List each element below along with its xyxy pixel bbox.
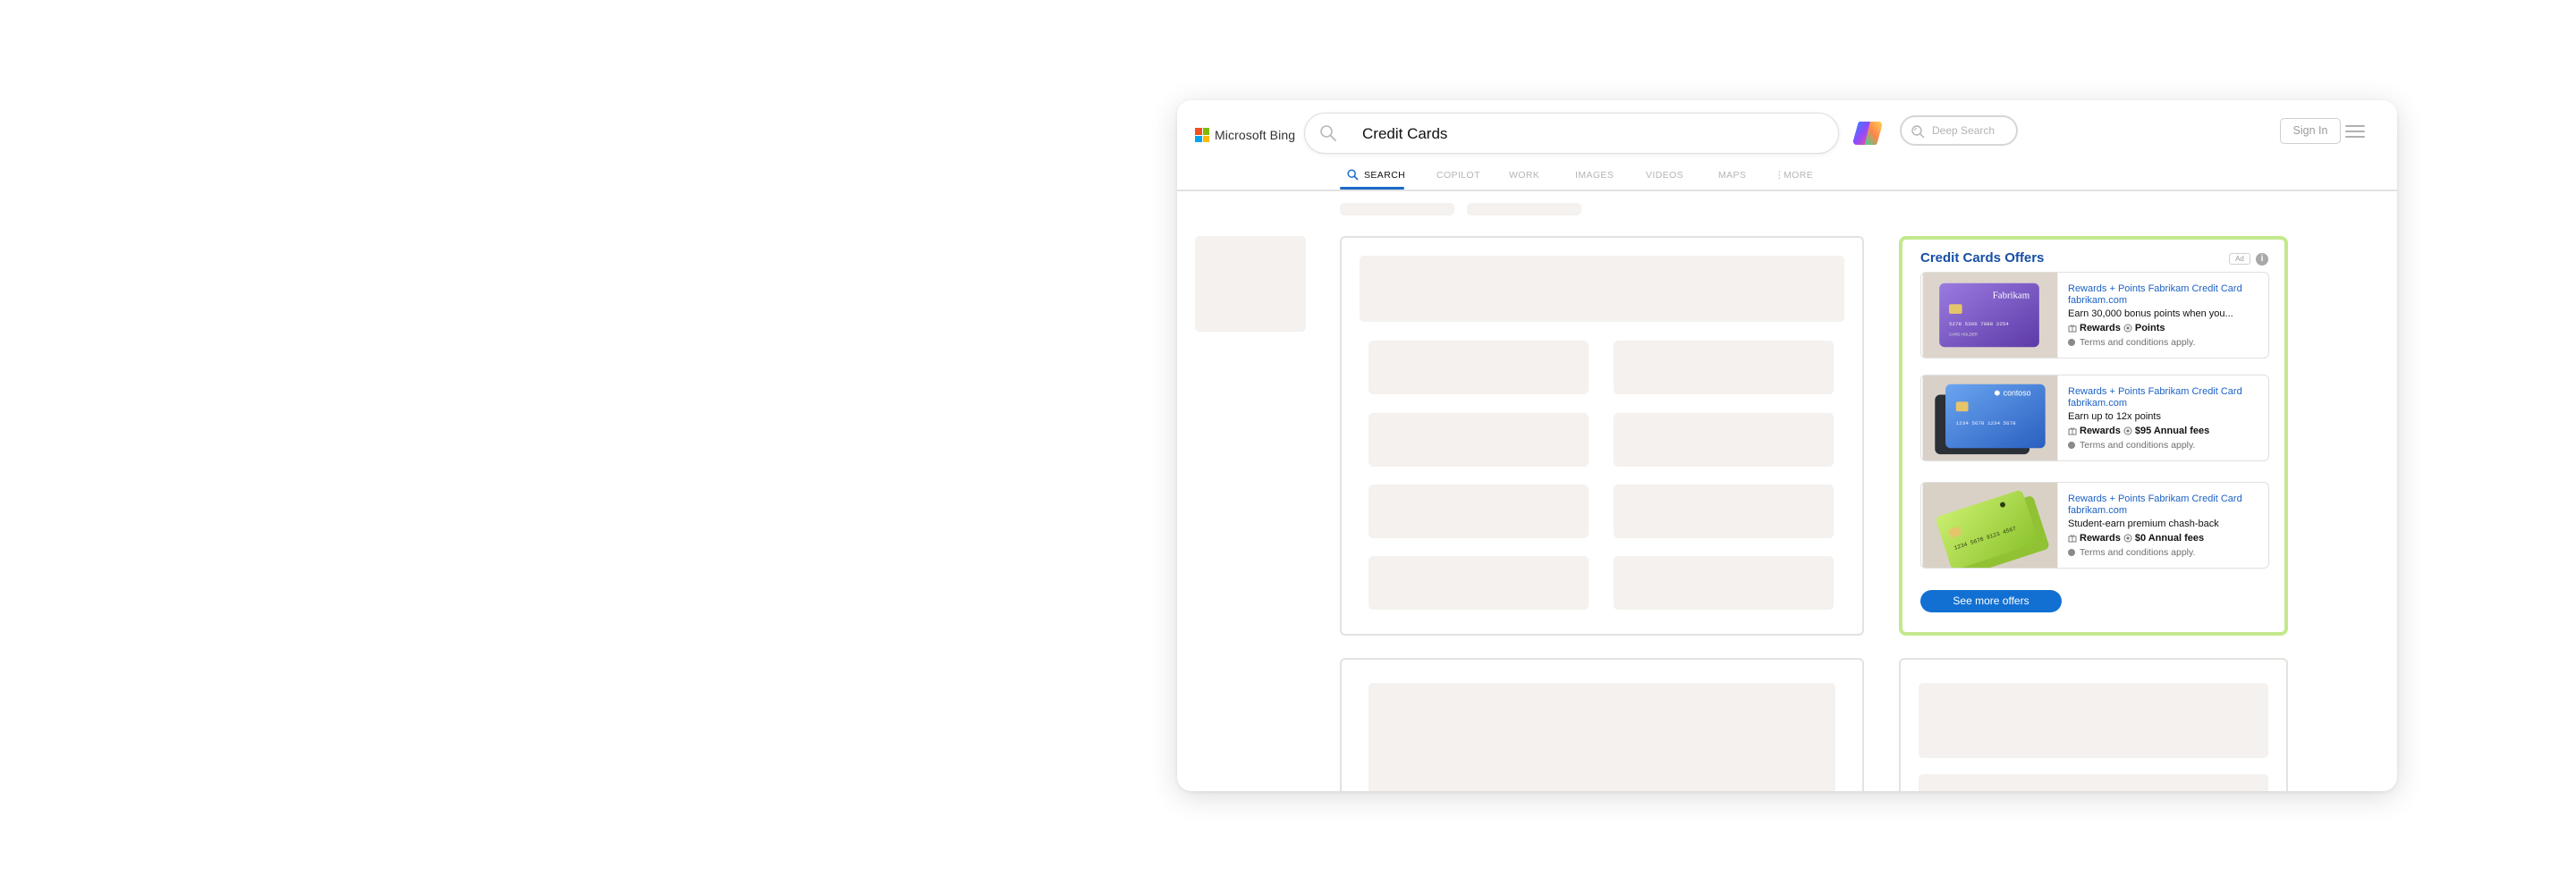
offer-title-link[interactable]: Rewards + Points Fabrikam Credit Card bbox=[2068, 386, 2261, 398]
rewards-icon bbox=[2068, 427, 2077, 435]
copilot-icon[interactable] bbox=[1852, 118, 1883, 148]
placeholder-block bbox=[1368, 485, 1589, 538]
offer-terms: Terms and conditions apply. bbox=[2080, 337, 2196, 348]
offer-title-link[interactable]: Rewards + Points Fabrikam Credit Card bbox=[2068, 493, 2261, 505]
annual-fee-icon bbox=[2123, 534, 2132, 543]
placeholder-block bbox=[1614, 413, 1834, 467]
tab-videos[interactable]: VIDEOS bbox=[1646, 170, 1683, 181]
offer-card[interactable]: 1234 5678 9123 4567 Rewards + Points Fab… bbox=[1920, 482, 2269, 569]
deep-search-button[interactable]: Deep Search bbox=[1900, 115, 2018, 146]
offer-feature: Points bbox=[2134, 323, 2165, 333]
offer-feature: Rewards bbox=[2080, 426, 2121, 436]
credit-card-offers-ad: Credit Cards Offers Ad i Fabrikam 5278 5… bbox=[1899, 236, 2288, 636]
placeholder-block bbox=[1614, 556, 1834, 610]
rewards-icon bbox=[2068, 535, 2077, 543]
search-icon bbox=[1320, 125, 1336, 141]
contoso-card-image: contoso 1234 5678 1234 5678 bbox=[1922, 375, 2058, 460]
placeholder-block bbox=[1614, 485, 1834, 538]
results-placeholder-panel bbox=[1340, 658, 1864, 791]
ad-title[interactable]: Credit Cards Offers bbox=[1920, 250, 2044, 266]
offer-description: Student-earn premium chash-back bbox=[2068, 519, 2219, 529]
card-brand-text: contoso bbox=[2004, 389, 2031, 398]
offer-description: Earn up to 12x points bbox=[2068, 411, 2161, 422]
offer-card[interactable]: Fabrikam 5278 5366 7988 2254 CARD HOLDER… bbox=[1920, 272, 2269, 358]
annual-fee-icon bbox=[2123, 426, 2132, 435]
browser-window: Microsoft Bing Credit Cards Deep Search bbox=[1177, 100, 2397, 791]
card-brand-text: Fabrikam bbox=[1993, 290, 2030, 300]
logo-text: Microsoft Bing bbox=[1215, 128, 1296, 142]
offer-terms: Terms and conditions apply. bbox=[2080, 547, 2196, 558]
offer-title-link[interactable]: Rewards + Points Fabrikam Credit Card bbox=[2068, 283, 2261, 295]
offer-domain: fabrikam.com bbox=[2068, 505, 2128, 516]
info-icon[interactable]: i bbox=[2256, 253, 2268, 266]
offer-feature: $0 Annual fees bbox=[2134, 533, 2205, 544]
terms-dot-icon bbox=[2068, 549, 2075, 556]
results-placeholder-panel bbox=[1340, 236, 1864, 636]
tab-search[interactable]: SEARCH bbox=[1364, 170, 1405, 181]
header-divider bbox=[1177, 190, 2397, 191]
search-tab-icon bbox=[1347, 169, 1359, 181]
sign-in-button[interactable]: Sign In bbox=[2280, 118, 2341, 144]
terms-dot-icon bbox=[2068, 339, 2075, 346]
tab-copilot[interactable]: COPILOT bbox=[1436, 170, 1480, 181]
rewards-icon bbox=[2068, 325, 2077, 333]
placeholder-block bbox=[1919, 683, 2268, 758]
terms-dot-icon bbox=[2068, 442, 2075, 449]
svg-text:5278 5366 7988 2254: 5278 5366 7988 2254 bbox=[1949, 321, 2009, 327]
placeholder-chip bbox=[1467, 203, 1581, 215]
tab-maps[interactable]: MAPS bbox=[1718, 170, 1746, 181]
deep-search-label: Deep Search bbox=[1932, 124, 1996, 137]
svg-text:1234 5678 1234 5678: 1234 5678 1234 5678 bbox=[1956, 420, 2016, 426]
offer-feature: Rewards bbox=[2080, 323, 2121, 333]
hamburger-menu-icon[interactable] bbox=[2345, 125, 2365, 139]
placeholder-block bbox=[1368, 556, 1589, 610]
tab-images[interactable]: IMAGES bbox=[1575, 170, 1614, 181]
tab-work[interactable]: WORK bbox=[1509, 170, 1539, 181]
bing-logo[interactable]: Microsoft Bing bbox=[1195, 125, 1295, 145]
offer-domain: fabrikam.com bbox=[2068, 398, 2128, 409]
microsoft-logo-icon bbox=[1195, 128, 1209, 142]
search-input[interactable]: Credit Cards bbox=[1304, 113, 1839, 154]
tab-more[interactable]: MORE bbox=[1784, 170, 1813, 181]
green-card-image: 1234 5678 9123 4567 bbox=[1922, 483, 2058, 568]
search-query: Credit Cards bbox=[1362, 125, 1448, 142]
placeholder-block bbox=[1614, 341, 1834, 394]
placeholder-chip bbox=[1340, 203, 1454, 215]
offer-card[interactable]: contoso 1234 5678 1234 5678 Rewards + Po… bbox=[1920, 375, 2269, 461]
placeholder-block bbox=[1919, 774, 2268, 791]
offer-feature: $95 Annual fees bbox=[2134, 426, 2210, 436]
ad-badge: Ad bbox=[2229, 253, 2250, 265]
fabrikam-card-image: Fabrikam 5278 5366 7988 2254 CARD HOLDER bbox=[1922, 273, 2058, 358]
placeholder-block bbox=[1360, 256, 1844, 322]
offer-feature: Rewards bbox=[2080, 533, 2121, 544]
placeholder-block bbox=[1368, 413, 1589, 467]
deep-search-icon bbox=[1911, 125, 1925, 139]
svg-text:CARD HOLDER: CARD HOLDER bbox=[1949, 333, 1978, 337]
placeholder-block bbox=[1368, 341, 1589, 394]
offer-description: Earn 30,000 bonus points when you... bbox=[2068, 308, 2233, 319]
sidebar-placeholder-panel bbox=[1899, 658, 2288, 791]
offer-domain: fabrikam.com bbox=[2068, 295, 2128, 306]
points-icon bbox=[2123, 324, 2132, 333]
see-more-offers-button[interactable]: See more offers bbox=[1920, 590, 2062, 612]
placeholder-sidebar bbox=[1195, 236, 1306, 332]
offer-terms: Terms and conditions apply. bbox=[2080, 440, 2196, 451]
placeholder-block bbox=[1368, 683, 1835, 791]
